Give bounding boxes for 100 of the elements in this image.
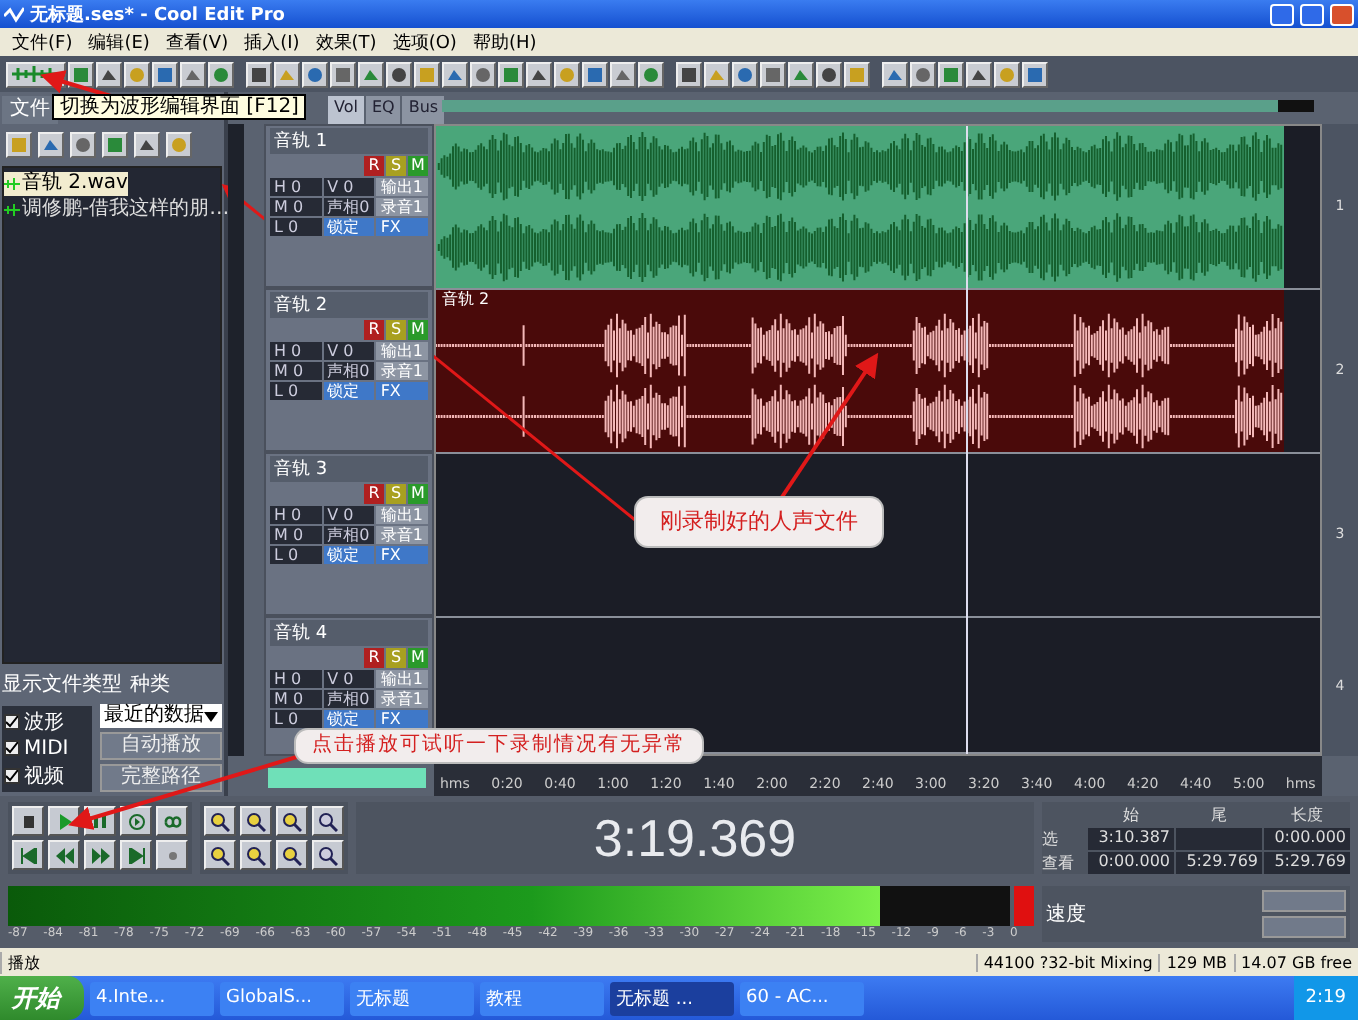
toolbar-button[interactable] — [330, 61, 356, 87]
toolbar-button[interactable] — [966, 61, 992, 87]
panel-tool-button[interactable] — [70, 132, 96, 158]
mixer-tab[interactable]: EQ — [365, 96, 401, 124]
maximize-button[interactable] — [1300, 3, 1324, 25]
menu-item[interactable]: 效果(T) — [307, 29, 385, 55]
mixer-tab[interactable]: Vol — [328, 96, 364, 124]
toolbar-button[interactable] — [1022, 61, 1048, 87]
track-button[interactable]: FX — [376, 218, 428, 236]
checkbox[interactable] — [4, 767, 20, 783]
toolbar-button[interactable] — [386, 61, 412, 87]
time-field[interactable]: 0:00.000 — [1088, 851, 1174, 873]
toolbar-button[interactable] — [610, 61, 636, 87]
track-toggle-button[interactable]: R — [364, 320, 384, 340]
toolbar-button[interactable] — [442, 61, 468, 87]
zoom-button[interactable] — [312, 840, 344, 870]
start-button[interactable]: 开始 — [0, 976, 84, 1020]
stop-button[interactable] — [12, 806, 44, 836]
toolbar-button[interactable] — [414, 61, 440, 87]
record-button[interactable] — [156, 840, 188, 870]
toolbar-button[interactable] — [208, 61, 234, 87]
track-toggle-button[interactable]: R — [364, 648, 384, 668]
toolbar-button[interactable] — [152, 61, 178, 87]
track-value-field[interactable]: H 0 — [270, 178, 322, 196]
toolbar-button[interactable] — [96, 61, 122, 87]
toolbar-button[interactable] — [358, 61, 384, 87]
track-value-field[interactable]: M 0 — [270, 526, 322, 544]
taskbar-button[interactable]: GlobalS... — [220, 981, 344, 1015]
toolbar-button[interactable] — [180, 61, 206, 87]
track-toggle-button[interactable]: M — [408, 320, 428, 340]
zoom-button[interactable] — [312, 806, 344, 836]
panel-button[interactable]: 自动播放 — [100, 732, 222, 760]
track-value-field[interactable]: H 0 — [270, 670, 322, 688]
toolbar-button[interactable] — [638, 61, 664, 87]
toolbar-button[interactable] — [732, 61, 758, 87]
toolbar-button[interactable] — [938, 61, 964, 87]
track-button[interactable]: 锁定 — [323, 710, 375, 728]
rewind-button[interactable] — [48, 840, 80, 870]
taskbar-button[interactable]: 60 - AC... — [740, 981, 864, 1015]
track-value-field[interactable]: H 0 — [270, 342, 322, 360]
toolbar-button[interactable] — [470, 61, 496, 87]
skip-end-button[interactable] — [120, 840, 152, 870]
toolbar-button[interactable] — [526, 61, 552, 87]
time-field[interactable]: 5:29.769 — [1176, 851, 1262, 873]
checkbox[interactable] — [4, 740, 20, 756]
toolbar-button[interactable] — [910, 61, 936, 87]
toolbar-button[interactable] — [302, 61, 328, 87]
track-value-field[interactable]: 声相0 — [323, 362, 375, 380]
menu-item[interactable]: 选项(O) — [384, 29, 465, 55]
toolbar-button[interactable] — [844, 61, 870, 87]
track-value-field[interactable]: 声相0 — [323, 198, 375, 216]
close-button[interactable] — [1330, 3, 1354, 25]
toolbar-button[interactable] — [816, 61, 842, 87]
track-value-field[interactable]: M 0 — [270, 690, 322, 708]
checkbox[interactable] — [4, 713, 20, 729]
play-button[interactable] — [48, 806, 80, 836]
track-value-field[interactable]: 声相0 — [323, 690, 375, 708]
toolbar-button[interactable] — [704, 61, 730, 87]
panel-tool-button[interactable] — [38, 132, 64, 158]
taskbar-button[interactable]: 无标题 ... — [610, 981, 734, 1015]
track-value-field[interactable]: M 0 — [270, 198, 322, 216]
menu-item[interactable]: 文件(F) — [4, 29, 81, 55]
panel-tab[interactable]: 文件 — [2, 96, 58, 124]
time-field[interactable] — [1176, 827, 1262, 849]
toolbar-button[interactable] — [498, 61, 524, 87]
track-value-field[interactable]: H 0 — [270, 506, 322, 524]
play-circle-button[interactable] — [120, 806, 152, 836]
overview-bar[interactable] — [442, 100, 1314, 112]
track-button[interactable]: FX — [376, 710, 428, 728]
track-value-field[interactable]: L 0 — [270, 218, 322, 236]
track-value-field[interactable]: M 0 — [270, 362, 322, 380]
file-item[interactable]: 音轨 2.wav — [4, 172, 128, 196]
panel-tool-button[interactable] — [166, 132, 192, 158]
track-value-field[interactable]: L 0 — [270, 382, 322, 400]
skip-start-button[interactable] — [12, 840, 44, 870]
toolbar-button[interactable] — [582, 61, 608, 87]
zoom-button[interactable] — [276, 806, 308, 836]
track-button[interactable]: 锁定 — [323, 382, 375, 400]
toolbar-button[interactable] — [882, 61, 908, 87]
zoom-button[interactable] — [204, 840, 236, 870]
track-value-field[interactable]: 声相0 — [323, 526, 375, 544]
minimize-button[interactable] — [1270, 3, 1294, 25]
track-value-field[interactable]: V 0 — [323, 342, 375, 360]
zoom-button[interactable] — [240, 840, 272, 870]
loop-button[interactable] — [156, 806, 188, 836]
track-toggle-button[interactable]: M — [408, 156, 428, 176]
track-value-field[interactable]: V 0 — [323, 178, 375, 196]
track-button[interactable]: 锁定 — [323, 218, 375, 236]
track-value-field[interactable]: L 0 — [270, 546, 322, 564]
track-toggle-button[interactable]: M — [408, 484, 428, 504]
menu-item[interactable]: 帮助(H) — [464, 29, 545, 55]
taskbar-button[interactable]: 4.Inte... — [90, 981, 214, 1015]
track-button[interactable]: FX — [376, 382, 428, 400]
track-value-field[interactable]: V 0 — [323, 670, 375, 688]
mixer-tab[interactable]: Bus — [402, 96, 445, 124]
toolbar-button[interactable] — [246, 61, 272, 87]
time-field[interactable]: 3:10.387 — [1088, 827, 1174, 849]
panel-button[interactable]: 完整路径 — [100, 764, 222, 792]
zoom-button[interactable] — [204, 806, 236, 836]
track-value-field[interactable]: L 0 — [270, 710, 322, 728]
